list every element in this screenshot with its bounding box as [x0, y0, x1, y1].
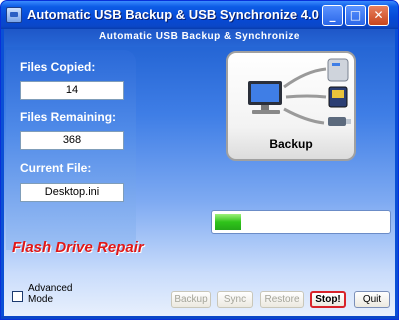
usb-stick-icon: [328, 117, 351, 126]
restore-button[interactable]: Restore: [260, 291, 304, 308]
quit-button[interactable]: Quit: [354, 291, 390, 308]
advanced-mode-label[interactable]: Advanced Mode: [28, 283, 72, 305]
current-file-value: Desktop.ini: [20, 183, 124, 202]
memory-card-icon: [328, 86, 348, 108]
sync-button[interactable]: Sync: [217, 291, 253, 308]
advanced-mode-checkbox[interactable]: [12, 291, 23, 302]
external-drive-icon: [327, 58, 349, 82]
backup-illustration: [248, 58, 351, 126]
files-remaining-value: 368: [20, 131, 124, 150]
stats-panel: Files Copied: 14 Files Remaining: 368 Cu…: [6, 50, 136, 250]
backup-label: Backup: [269, 137, 313, 151]
window-bottom-border: [1, 316, 398, 319]
advanced-mode-label-line2: Mode: [28, 294, 54, 305]
progress-bar: [211, 210, 391, 234]
current-file-label: Current File:: [20, 161, 92, 175]
app-window: Automatic USB Backup & USB Synchronize 4…: [0, 0, 399, 320]
close-button[interactable]: ✕: [368, 5, 389, 26]
client-area: Automatic USB Backup & Synchronize Files…: [4, 29, 395, 316]
files-copied-label: Files Copied:: [20, 60, 96, 74]
backup-button[interactable]: Backup: [171, 291, 211, 308]
backup-tile[interactable]: Backup: [226, 51, 356, 161]
flash-drive-repair-link[interactable]: Flash Drive Repair: [12, 239, 144, 256]
progress-fill: [215, 214, 241, 230]
computer-icon: [248, 81, 282, 114]
header-title: Automatic USB Backup & Synchronize: [99, 31, 300, 42]
minimize-button[interactable]: _: [322, 5, 343, 26]
stop-button[interactable]: Stop!: [310, 291, 346, 308]
maximize-button[interactable]: □: [345, 5, 366, 26]
app-icon: [6, 7, 22, 23]
header-bar: Automatic USB Backup & Synchronize: [4, 29, 395, 47]
title-bar[interactable]: Automatic USB Backup & USB Synchronize 4…: [1, 1, 398, 29]
files-remaining-label: Files Remaining:: [20, 110, 117, 124]
files-copied-value: 14: [20, 81, 124, 100]
advanced-mode-label-line1: Advanced: [28, 283, 73, 294]
window-title: Automatic USB Backup & USB Synchronize 4…: [27, 7, 319, 22]
